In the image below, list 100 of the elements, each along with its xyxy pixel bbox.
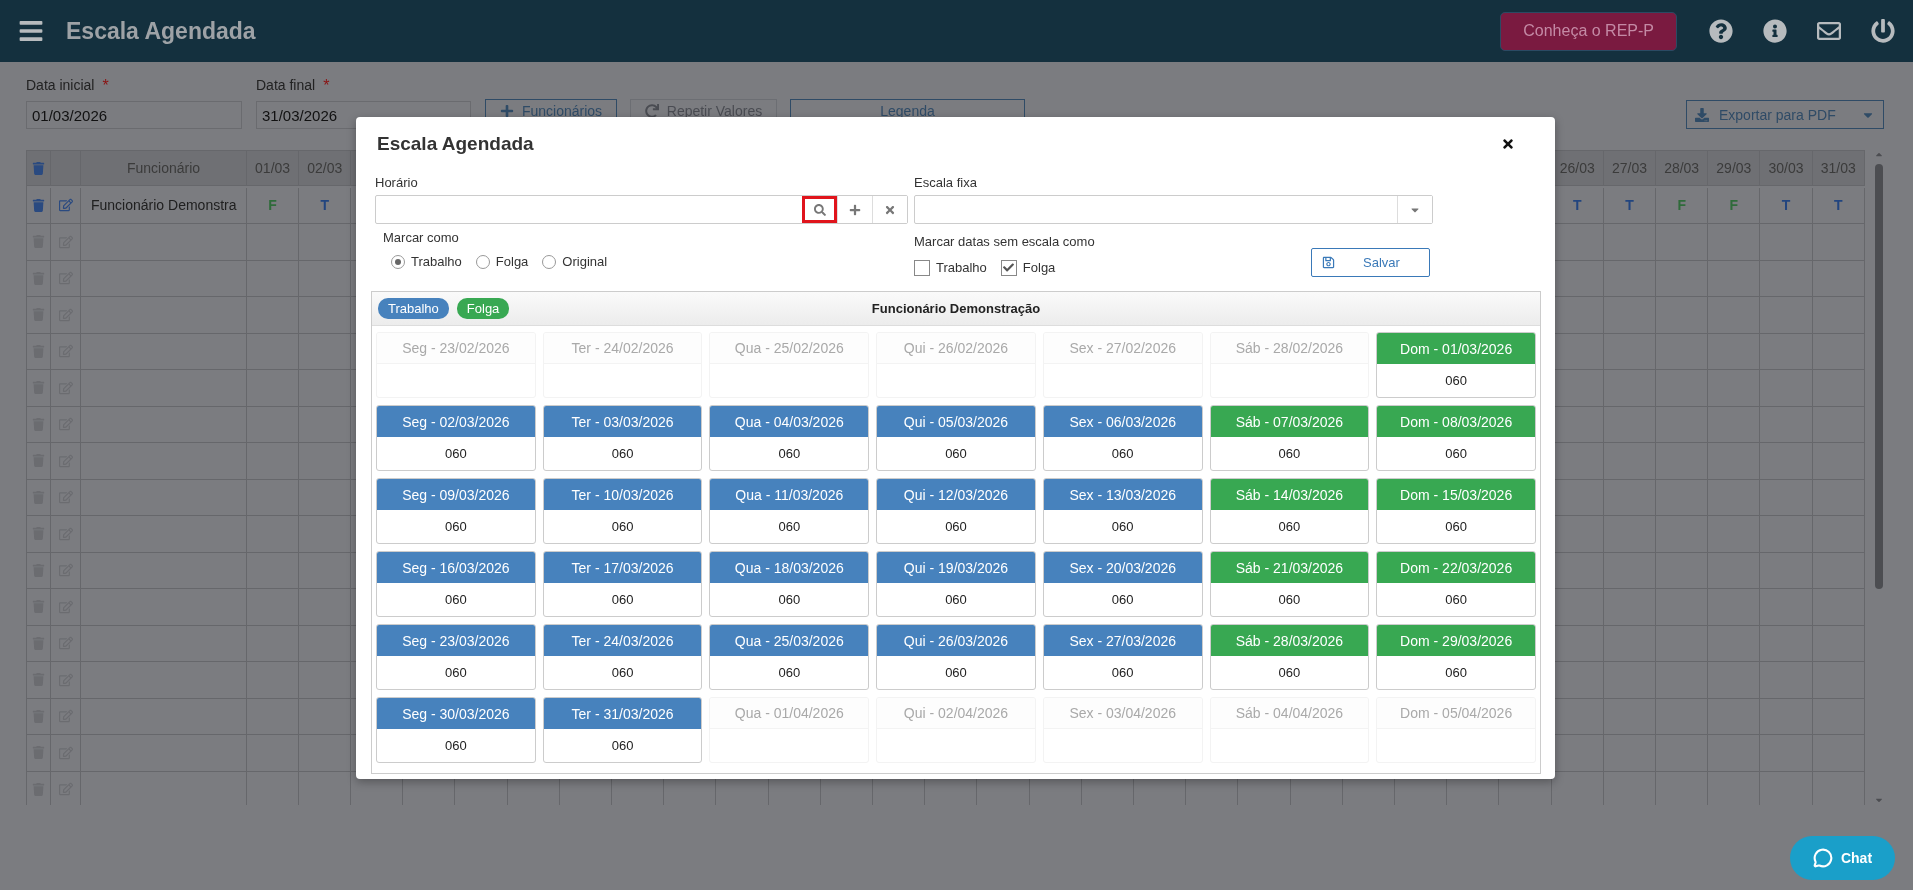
checkbox[interactable] bbox=[914, 259, 930, 276]
day-value: 060 bbox=[778, 519, 801, 534]
day-card[interactable]: Seg - 02/03/2026 060 bbox=[376, 405, 536, 471]
day-value: 060 bbox=[445, 592, 467, 607]
day-code: T bbox=[1781, 197, 1791, 214]
page-title: Escala Agendada bbox=[66, 17, 257, 45]
column-header: Funcionário bbox=[81, 151, 247, 186]
day-card[interactable]: Seg - 30/03/2026 060 bbox=[376, 697, 536, 763]
day-value: 060 bbox=[1278, 592, 1301, 607]
day-value: 060 bbox=[1111, 446, 1134, 461]
search-button[interactable] bbox=[802, 196, 837, 223]
day-header: Ter - 31/03/2026 bbox=[543, 698, 702, 729]
day-header: Qua - 11/03/2026 bbox=[710, 479, 869, 510]
day-card[interactable]: Sex - 20/03/2026 060 bbox=[1042, 551, 1203, 617]
day-value: 060 bbox=[445, 738, 467, 753]
day-value: 060 bbox=[611, 665, 634, 680]
date-field[interactable]: 01/03/2026 bbox=[26, 101, 242, 129]
menu-icon[interactable] bbox=[18, 18, 44, 44]
day-card[interactable]: Ter - 03/03/2026 060 bbox=[542, 405, 703, 471]
day-value: 060 bbox=[945, 519, 967, 534]
day-card[interactable]: Ter - 31/03/2026 060 bbox=[542, 697, 703, 763]
day-card[interactable]: Sex - 13/03/2026 060 bbox=[1042, 478, 1203, 544]
day-value: 060 bbox=[778, 592, 801, 607]
day-header: Ter - 10/03/2026 bbox=[543, 479, 702, 510]
promo-button[interactable]: Conheça o REP-P bbox=[1500, 11, 1677, 51]
fixed-schedule-select[interactable] bbox=[914, 195, 1433, 224]
close-icon bbox=[884, 203, 896, 216]
field-label: Horário bbox=[375, 175, 419, 190]
help-icon[interactable] bbox=[1709, 19, 1733, 43]
table-cell bbox=[299, 260, 352, 297]
table-cell bbox=[299, 589, 352, 626]
day-card[interactable]: Sáb - 28/03/2026 060 bbox=[1209, 624, 1370, 690]
day-card[interactable]: Qui - 05/03/2026 060 bbox=[876, 405, 1036, 471]
day-card[interactable]: Qua - 18/03/2026 060 bbox=[709, 551, 870, 617]
day-card[interactable]: Sáb - 14/03/2026 060 bbox=[1209, 478, 1370, 544]
envelope-icon[interactable] bbox=[1817, 19, 1841, 43]
trash-icon[interactable] bbox=[32, 198, 45, 212]
day-header: Dom - 08/03/2026 bbox=[1377, 406, 1535, 437]
checkbox-option[interactable]: Trabalho bbox=[914, 259, 987, 276]
clear-button[interactable] bbox=[872, 196, 907, 223]
day-card[interactable]: Dom - 15/03/2026 060 bbox=[1376, 478, 1536, 544]
day-card[interactable]: Qui - 19/03/2026 060 bbox=[876, 551, 1036, 617]
table-cell bbox=[299, 443, 352, 480]
day-card[interactable]: Qui - 26/03/2026 060 bbox=[876, 624, 1036, 690]
day-code: F bbox=[1677, 197, 1686, 214]
column-header: 01/03 bbox=[247, 151, 300, 186]
day-card[interactable]: Qua - 04/03/2026 060 bbox=[709, 405, 870, 471]
table-cell bbox=[299, 625, 352, 662]
column-header: 27/03 bbox=[1603, 151, 1657, 186]
day-header: Dom - 15/03/2026 bbox=[1377, 479, 1535, 510]
day-header: Dom - 01/03/2026 bbox=[1377, 333, 1535, 364]
group-label: Marcar datas sem escala como bbox=[914, 234, 1096, 249]
checkbox-option[interactable]: Folga bbox=[1000, 259, 1056, 276]
day-card[interactable]: Sáb - 07/03/2026 060 bbox=[1209, 405, 1370, 471]
day-header: Qua - 18/03/2026 bbox=[710, 552, 869, 583]
day-value: 060 bbox=[611, 446, 634, 461]
close-button[interactable] bbox=[1501, 137, 1515, 151]
day-card[interactable]: Dom - 08/03/2026 060 bbox=[1376, 405, 1536, 471]
radio-option[interactable]: Original bbox=[542, 254, 608, 269]
table-cell bbox=[299, 297, 352, 334]
required-mark: * bbox=[102, 77, 109, 95]
day-card[interactable]: Qui - 12/03/2026 060 bbox=[876, 478, 1036, 544]
day-card[interactable]: Sex - 06/03/2026 060 bbox=[1042, 405, 1203, 471]
day-value: 060 bbox=[1445, 665, 1467, 680]
dropdown-button[interactable] bbox=[1397, 196, 1432, 223]
day-card[interactable]: Dom - 29/03/2026 060 bbox=[1376, 624, 1536, 690]
day-card[interactable]: Seg - 23/03/2026 060 bbox=[376, 624, 536, 690]
day-card[interactable]: Seg - 16/03/2026 060 bbox=[376, 551, 536, 617]
day-header: Seg - 09/03/2026 bbox=[377, 479, 535, 510]
group-label: Marcar como bbox=[383, 230, 460, 245]
day-card[interactable]: Sáb - 21/03/2026 060 bbox=[1209, 551, 1370, 617]
day-header: Seg - 30/03/2026 bbox=[377, 698, 535, 729]
column-header: 31/03 bbox=[1812, 151, 1865, 186]
day-card[interactable]: Qua - 11/03/2026 060 bbox=[709, 478, 870, 544]
day-card[interactable]: Dom - 01/03/2026 060 bbox=[1376, 332, 1536, 398]
day-card[interactable]: Ter - 17/03/2026 060 bbox=[542, 551, 703, 617]
plus-icon bbox=[849, 203, 861, 216]
trash-icon[interactable] bbox=[32, 161, 45, 175]
search-icon bbox=[814, 203, 826, 216]
day-card[interactable]: Dom - 22/03/2026 060 bbox=[1376, 551, 1536, 617]
edit-icon[interactable] bbox=[58, 198, 73, 213]
day-card[interactable]: Sex - 27/03/2026 060 bbox=[1042, 624, 1203, 690]
info-icon[interactable] bbox=[1763, 19, 1787, 43]
day-value: 060 bbox=[1111, 519, 1134, 534]
checkbox[interactable] bbox=[1000, 259, 1017, 276]
table-cell bbox=[299, 333, 352, 370]
power-icon[interactable] bbox=[1871, 19, 1895, 43]
day-header: Ter - 17/03/2026 bbox=[543, 552, 702, 583]
employee-name: Funcionário Demonstração bbox=[871, 301, 1041, 316]
day-card[interactable]: Ter - 24/03/2026 060 bbox=[542, 624, 703, 690]
radio-option[interactable]: Folga bbox=[475, 254, 529, 269]
day-value: 060 bbox=[778, 446, 801, 461]
radio-option[interactable]: Trabalho bbox=[391, 254, 462, 269]
schedule-field[interactable] bbox=[375, 195, 908, 224]
save-button[interactable]: Salvar bbox=[1311, 248, 1430, 277]
day-card[interactable]: Seg - 09/03/2026 060 bbox=[376, 478, 536, 544]
day-card[interactable]: Ter - 10/03/2026 060 bbox=[542, 478, 703, 544]
day-card[interactable]: Qua - 25/03/2026 060 bbox=[709, 624, 870, 690]
day-header: Ter - 24/03/2026 bbox=[543, 625, 702, 656]
day-header: Qui - 12/03/2026 bbox=[877, 479, 1035, 510]
